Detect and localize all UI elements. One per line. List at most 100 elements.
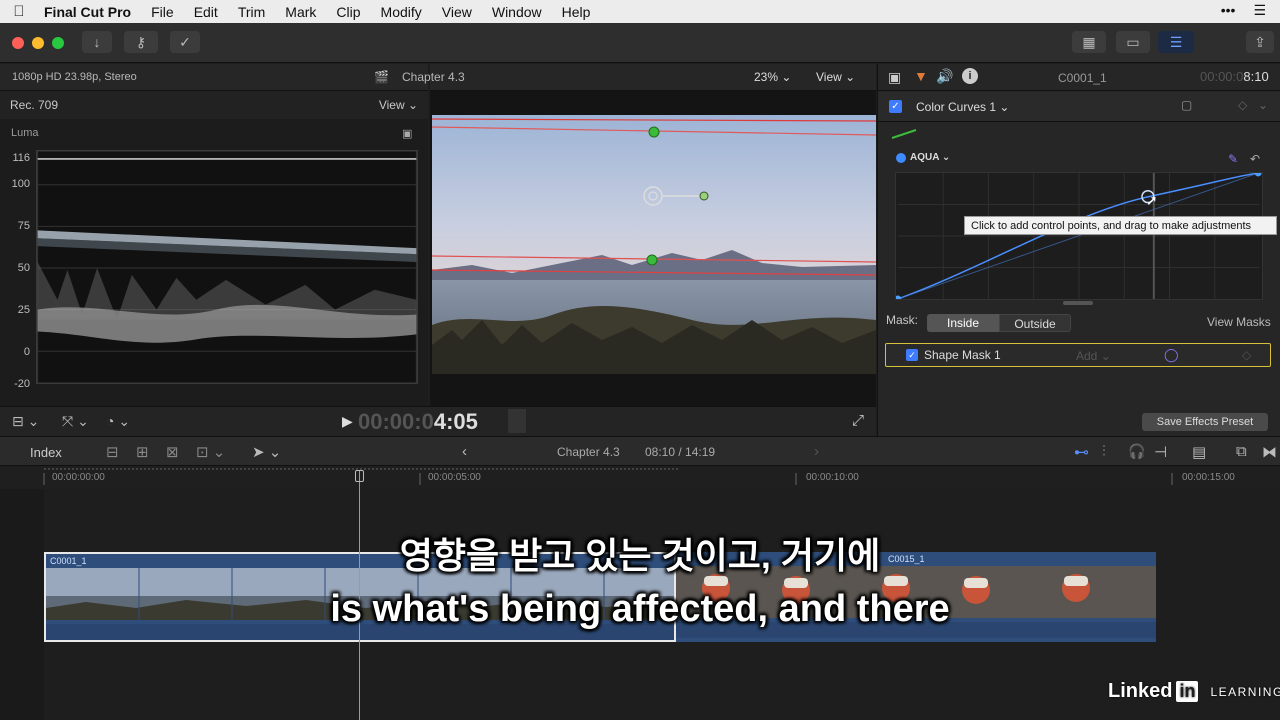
timeline-forward-icon[interactable]: ›	[814, 443, 819, 460]
luma-label: Luma	[11, 127, 39, 139]
inspector-clip-name: C0001_1	[1058, 71, 1107, 85]
green-curve-icon	[891, 129, 917, 139]
background-tasks-icon[interactable]: ✓	[170, 31, 200, 53]
share-icon[interactable]: ⇪	[1246, 31, 1274, 53]
ruler-label: 00:00:15:00	[1182, 472, 1235, 483]
effect-options-icon[interactable]: ⌄	[1258, 98, 1268, 112]
connect-clip-icon[interactable]: ⊟	[106, 443, 119, 461]
menu-trim[interactable]: Trim	[228, 4, 275, 20]
inspector-toggle-icon[interactable]: ☰	[1158, 31, 1194, 53]
menu-clip[interactable]: Clip	[326, 4, 370, 20]
viewer-title: Chapter 4.3	[402, 70, 465, 84]
mask-label: Mask:	[886, 313, 919, 327]
ruler-label: 00:00:10:00	[806, 472, 859, 483]
effect-name-menu[interactable]: Color Curves 1 ⌄	[916, 100, 1009, 114]
timeline-position: 08:10 / 14:19	[645, 445, 716, 459]
browser-toggle-icon[interactable]: ▦	[1072, 31, 1106, 53]
audio-skimming-icon[interactable]: ⫶	[1102, 443, 1106, 460]
menu-modify[interactable]: Modify	[371, 4, 432, 20]
scope-y-label: 75	[17, 220, 30, 232]
more-icon[interactable]: •••	[1221, 2, 1236, 19]
scope-y-label: 116	[12, 152, 30, 164]
shape-mask-row[interactable]: ✓ Shape Mask 1 Add ⌄ ◯ ◇	[885, 343, 1271, 367]
scope-y-label: 0	[23, 346, 30, 358]
save-effects-preset-button[interactable]: Save Effects Preset	[1142, 413, 1268, 431]
color-inspector-icon[interactable]: ▼	[914, 68, 928, 84]
keyframe-icon[interactable]: ◇	[1238, 98, 1247, 112]
close-window-button[interactable]	[12, 37, 24, 49]
menu-window[interactable]: Window	[482, 4, 552, 20]
mask-outside-button[interactable]: Outside	[999, 314, 1071, 332]
panel-resize-handle[interactable]	[1063, 301, 1093, 305]
clip-appearance-icon[interactable]: ▤	[1192, 443, 1206, 461]
snapping-icon[interactable]: ⊣	[1154, 443, 1167, 461]
menu-help[interactable]: Help	[552, 4, 601, 20]
mask-shape-icon[interactable]: ◯	[1164, 347, 1179, 363]
linkedin-learning-logo: Linked in LEARNING	[1108, 680, 1280, 702]
append-clip-icon[interactable]: ⊠	[166, 443, 179, 461]
overwrite-clip-icon[interactable]: ⊡ ⌄	[196, 443, 225, 461]
list-icon[interactable]: ☰	[1253, 2, 1266, 19]
shape-mask-add-menu[interactable]: Add ⌄	[1076, 349, 1111, 363]
select-tool-icon[interactable]: ➤ ⌄	[252, 443, 281, 461]
timeline-layout-icon[interactable]: ⧉	[1236, 443, 1247, 460]
viewer-view-menu[interactable]: View ⌄	[816, 70, 855, 84]
fullscreen-icon[interactable]: ⤢	[852, 412, 864, 429]
clapper-board-icon: 🎬	[374, 70, 389, 84]
timeline-toggle-icon[interactable]: ▭	[1116, 31, 1150, 53]
scope-format-label: 1080p HD 23.98p, Stereo	[0, 64, 428, 91]
menu-mark[interactable]: Mark	[275, 4, 326, 20]
mask-keyframe-icon[interactable]: ◇	[1242, 348, 1251, 362]
keywords-icon[interactable]: ⚷	[124, 31, 158, 53]
ruler-label: 00:00:00:00	[52, 472, 105, 483]
scope-view-menu[interactable]: View ⌄	[379, 98, 418, 112]
play-icon[interactable]: ▶	[342, 413, 353, 430]
info-inspector-icon[interactable]: i	[962, 68, 978, 84]
color-curve-graph[interactable]	[895, 172, 1263, 300]
transform-icon[interactable]: ⤧ ⌄	[62, 413, 89, 430]
layout-icon[interactable]: ⊟ ⌄	[12, 413, 39, 430]
apple-menu-icon[interactable]: 	[0, 3, 38, 20]
index-button[interactable]: Index	[30, 445, 62, 460]
mask-inside-button[interactable]: Inside	[927, 314, 999, 332]
inspector-duration: 00:00:08:10	[1200, 69, 1269, 84]
timeline-ruler[interactable]: 00:00:00:00 00:00:05:00 00:00:10:00 00:0…	[0, 467, 1280, 489]
menu-edit[interactable]: Edit	[184, 4, 228, 20]
minimize-window-button[interactable]	[32, 37, 44, 49]
scope-y-label: 25	[17, 304, 30, 316]
speed-icon[interactable]: ◔ ⌄	[106, 413, 130, 430]
viewer-controls-bar: ⊟ ⌄ ⤧ ⌄ ◔ ⌄ ▶ 00:00:04:05 ⤢	[0, 406, 876, 436]
effect-reset-icon[interactable]: ▢	[1181, 98, 1192, 112]
effect-enable-checkbox[interactable]: ✓	[889, 100, 902, 113]
luma-waveform	[36, 150, 418, 384]
solo-icon[interactable]: 🎧	[1128, 443, 1145, 460]
viewer-image[interactable]	[432, 115, 876, 374]
app-toolbar: ↓ ⚷ ✓ ▦ ▭ ☰ ⇪	[0, 23, 1280, 63]
playhead-handle[interactable]	[355, 470, 364, 482]
scope-y-label: 100	[11, 178, 30, 190]
view-masks-button[interactable]: View Masks	[1207, 315, 1271, 329]
shape-mask-checkbox[interactable]: ✓	[906, 349, 918, 361]
menu-view[interactable]: View	[432, 4, 482, 20]
scope-settings-icon[interactable]: ▣	[402, 127, 412, 140]
curve-tooltip: Click to add control points, and drag to…	[964, 216, 1277, 235]
zoom-menu[interactable]: 23% ⌄	[754, 70, 791, 84]
curve-channel-menu[interactable]: AQUA ⌄	[910, 152, 950, 163]
insert-clip-icon[interactable]: ⊞	[136, 443, 149, 461]
import-icon[interactable]: ↓	[82, 31, 112, 53]
undo-curve-icon[interactable]: ↶	[1250, 152, 1260, 166]
audio-inspector-icon[interactable]: 🔊	[936, 68, 953, 85]
timeline-back-icon[interactable]: ‹	[462, 443, 467, 460]
effect-header: ✓ Color Curves 1 ⌄ ▢ ◇ ⌄	[878, 92, 1280, 122]
timeline-toolbar: Index ⊟ ⊞ ⊠ ⊡ ⌄ ➤ ⌄ ‹ Chapter 4.3 08:10 …	[0, 436, 1280, 466]
effects-browser-icon[interactable]: ⧓	[1262, 443, 1277, 461]
ruler-label: 00:00:05:00	[428, 472, 481, 483]
ruler-ticks	[43, 468, 1173, 485]
app-menu[interactable]: Final Cut Pro	[38, 4, 141, 20]
video-inspector-icon[interactable]: ▣	[888, 69, 901, 86]
zoom-window-button[interactable]	[52, 37, 64, 49]
eyedropper-icon[interactable]: ✎	[1228, 152, 1238, 166]
skimming-icon[interactable]: ⊷	[1074, 443, 1089, 461]
menu-file[interactable]: File	[141, 4, 184, 20]
menubar:  Final Cut Pro File Edit Trim Mark Clip…	[0, 0, 1280, 23]
